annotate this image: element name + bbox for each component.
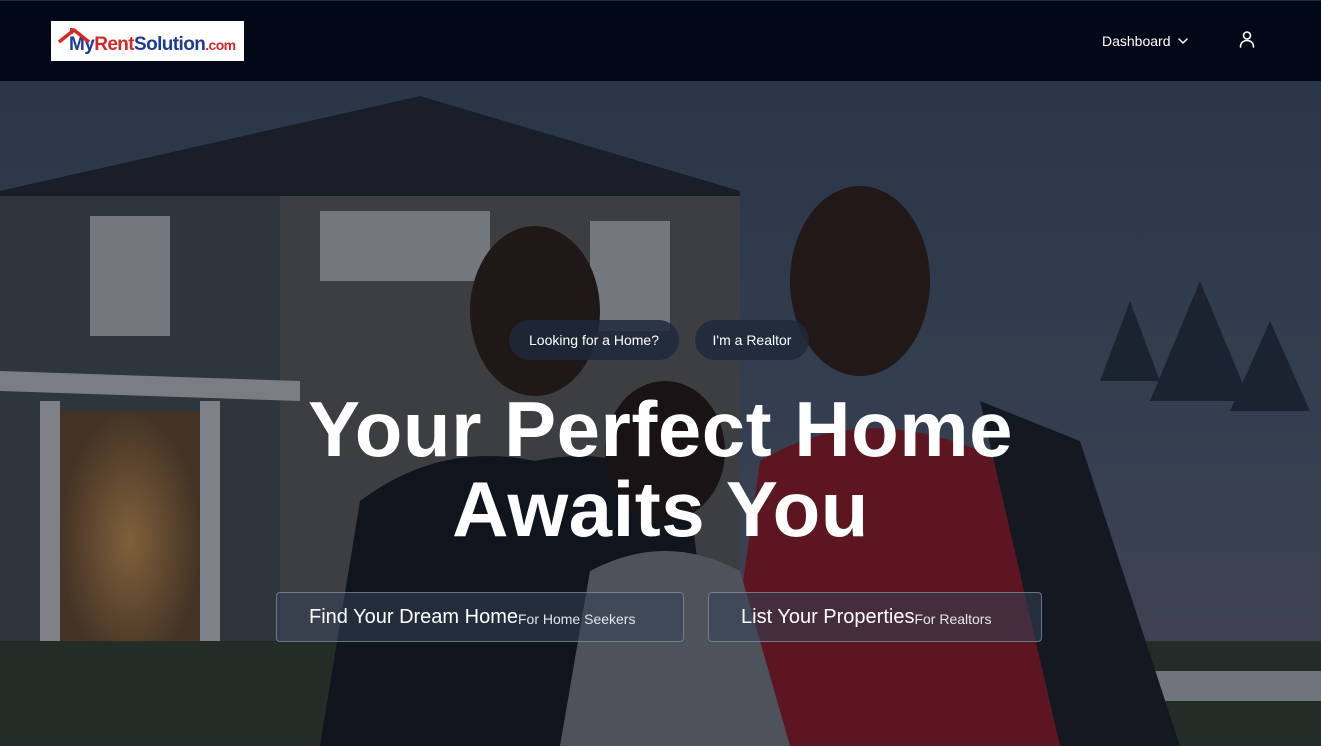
hero-headline: Your Perfect Home Awaits You [0,389,1321,549]
top-navbar: MyRentSolution.com Dashboard [0,0,1321,81]
headline-line-2: Awaits You [452,465,869,553]
looking-for-home-toggle[interactable]: Looking for a Home? [509,320,679,360]
looking-for-home-label: Looking for a Home? [529,332,659,348]
find-dream-home-label: Find Your Dream Home [309,605,518,628]
dashboard-label: Dashboard [1102,33,1171,49]
find-dream-home-button[interactable]: Find Your Dream Home For Home Seekers [276,592,684,642]
dashboard-menu-button[interactable]: Dashboard [1102,29,1189,53]
list-properties-label: List Your Properties [741,605,915,628]
user-icon [1238,30,1256,53]
logo-solution: Solution [134,34,206,55]
site-logo[interactable]: MyRentSolution.com [51,21,244,61]
hero-section: Looking for a Home? I'm a Realtor Your P… [0,81,1321,746]
realtor-toggle[interactable]: I'm a Realtor [695,320,809,360]
find-dream-home-sublabel: For Home Seekers [517,611,636,627]
logo-wordmark: MyRentSolution.com [69,34,236,56]
list-properties-button[interactable]: List Your Properties For Realtors [708,592,1042,642]
user-account-button[interactable] [1236,30,1258,52]
house-logo-icon [57,26,91,56]
realtor-label: I'm a Realtor [712,332,792,348]
chevron-down-icon [1177,35,1189,47]
list-properties-sublabel: For Realtors [914,611,992,627]
headline-line-1: Your Perfect Home [308,385,1013,473]
logo-rent: Rent [94,34,135,55]
logo-com: .com [205,37,236,53]
